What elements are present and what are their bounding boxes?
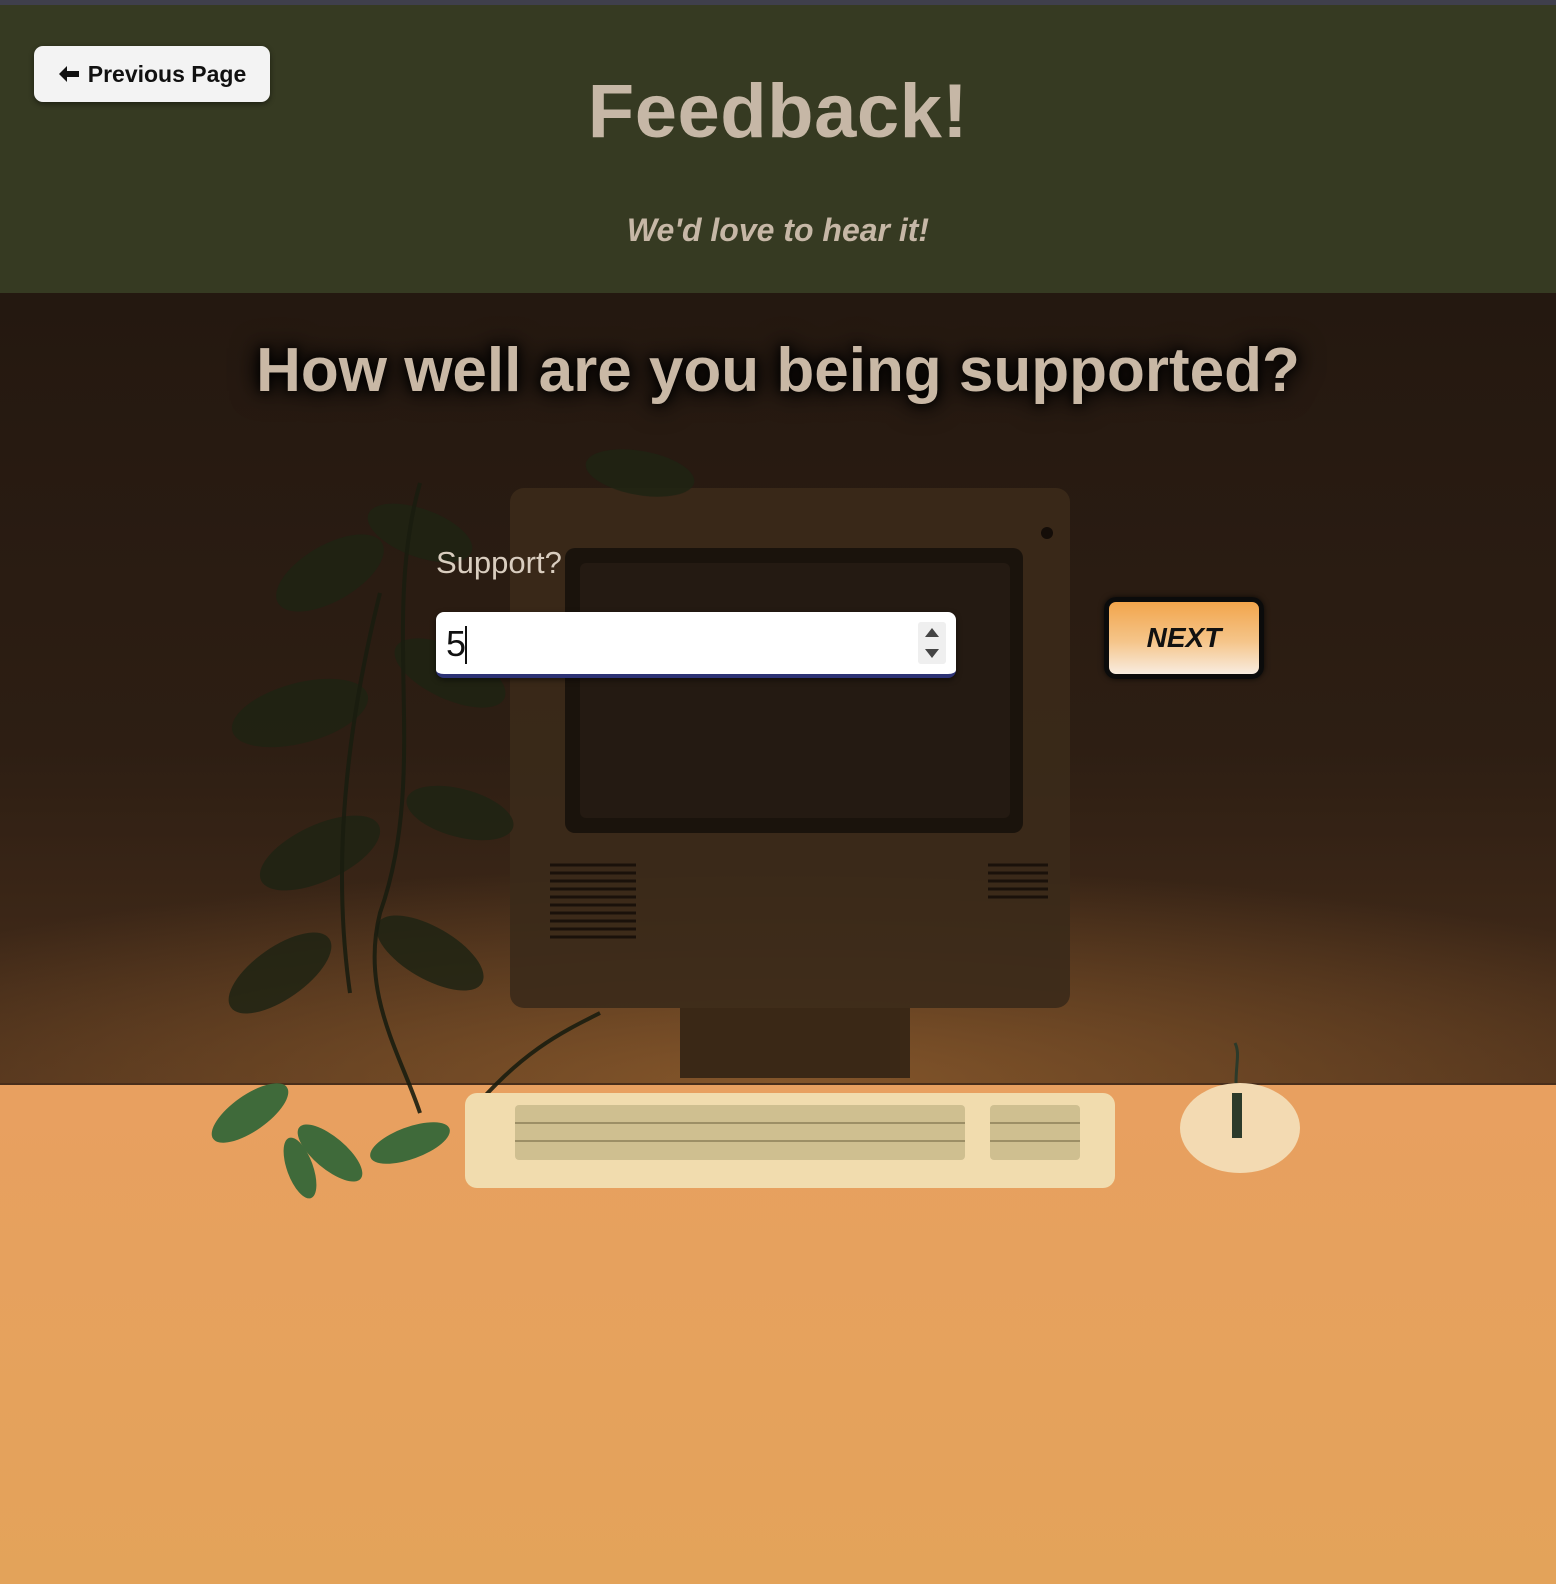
question-heading: How well are you being supported? (256, 336, 1300, 405)
background-scene (0, 293, 1556, 1584)
page-subtitle: We'd love to hear it! (626, 212, 930, 248)
retro-computer-illustration (0, 449, 1556, 1584)
support-input[interactable] (446, 620, 886, 668)
chevron-up-icon[interactable] (925, 628, 939, 637)
support-number-field[interactable] (436, 612, 956, 678)
number-stepper[interactable] (918, 622, 946, 664)
support-field-label: Support? (436, 545, 562, 580)
chevron-down-icon[interactable] (925, 649, 939, 658)
text-caret (465, 626, 467, 664)
next-button[interactable]: NEXT (1104, 597, 1264, 679)
page-header: Previous Page Feedback! We'd love to hea… (0, 5, 1556, 293)
page-title: Feedback! (587, 69, 969, 154)
